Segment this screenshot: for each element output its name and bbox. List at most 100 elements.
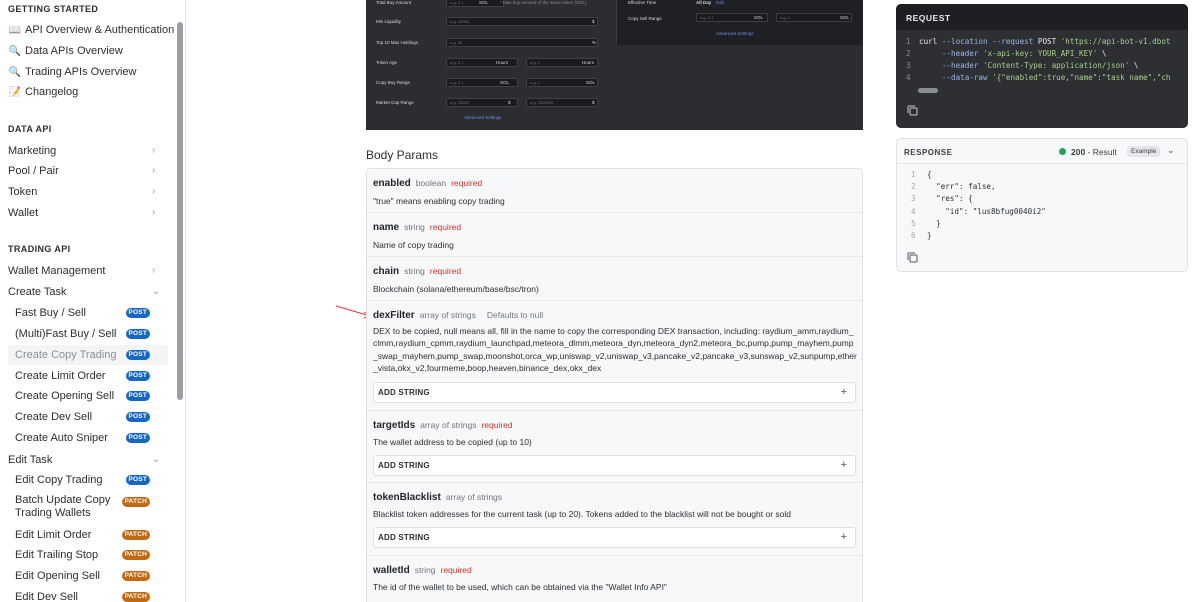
screenshot-label: Top 10 Max Holdings xyxy=(376,40,419,45)
sidebar-item-create-copy-trading[interactable]: Create Copy Trading POST xyxy=(8,345,168,365)
screenshot-label: Market Cap Range xyxy=(376,100,414,105)
add-string-button[interactable]: ADD STRING + xyxy=(373,527,856,548)
request-header: REQUEST xyxy=(896,4,1188,30)
body-params-list: enabled boolean required "true" means en… xyxy=(366,168,863,602)
param-name: chain xyxy=(373,266,400,277)
method-badge: PATCH xyxy=(121,571,150,581)
plus-icon: + xyxy=(840,531,847,543)
sidebar-item-edit-copy-trading[interactable]: Edit Copy Trading POST xyxy=(0,470,176,490)
line-number: 2 xyxy=(911,182,916,192)
chevron-right-icon: › xyxy=(152,145,156,156)
copy-trading-form-screenshot: Total Buy Amount e.g. 0.1 SOL * Max buy … xyxy=(366,0,863,130)
sidebar-item-wallet[interactable]: Wallet › xyxy=(0,203,176,223)
screenshot-unit: SOL xyxy=(500,80,510,85)
param-type: string xyxy=(404,222,425,232)
sidebar-item-edit-dev-sell[interactable]: Edit Dev Sell PATCH xyxy=(0,587,176,602)
code-line: 2 "err": false, xyxy=(911,182,996,192)
param-required: required xyxy=(440,565,472,575)
screenshot-advanced-settings: Advanced Settings xyxy=(464,115,502,120)
method-badge: POST xyxy=(125,412,150,422)
sidebar-item-token[interactable]: Token › xyxy=(0,182,176,202)
param-description: DEX to be copied, null means all, fill i… xyxy=(373,326,857,374)
response-panel: RESPONSE 200 - Result Example ⌄ 1{2 "err… xyxy=(896,138,1188,272)
add-string-button[interactable]: ADD STRING + xyxy=(373,455,856,476)
param-description: Blacklist token addresses for the curren… xyxy=(373,509,791,519)
screenshot-unit: SOL xyxy=(840,15,850,20)
code-line: 4 "id": "lus8bfug0040i2" xyxy=(911,206,1046,216)
copy-icon[interactable] xyxy=(906,104,920,118)
sidebar-item-edit-task[interactable]: Edit Task ⌄ xyxy=(0,450,176,470)
screenshot-unit: SOL xyxy=(479,0,489,5)
sidebar-item-wallet-management[interactable]: Wallet Management › xyxy=(0,261,176,281)
param-chain: chain string required Blockchain (solana… xyxy=(367,257,862,301)
line-number: 4 xyxy=(906,73,911,82)
screenshot-label: Total Buy Amount xyxy=(376,0,412,5)
screenshot-label: Copy Sell Range xyxy=(628,16,662,21)
section-heading-trading-api: TRADING API xyxy=(8,244,71,254)
method-badge: PATCH xyxy=(121,497,150,507)
param-name: targetIds xyxy=(373,420,416,431)
screenshot-divider xyxy=(616,0,617,45)
param-name-field: name string required Name of copy tradin… xyxy=(367,213,862,257)
line-number: 3 xyxy=(911,194,916,204)
sidebar-item-create-task[interactable]: Create Task ⌄ xyxy=(0,282,176,302)
line-number: 6 xyxy=(911,231,916,240)
sidebar-item-create-auto-sniper[interactable]: Create Auto Sniper POST xyxy=(0,428,176,448)
chevron-down-icon[interactable]: ⌄ xyxy=(1167,145,1175,156)
sidebar-item-pool-pair[interactable]: Pool / Pair › xyxy=(0,161,176,181)
sidebar-item-data-apis-overview[interactable]: 🔍 Data APIs Overview xyxy=(0,41,176,61)
param-dexfilter: dexFilter array of strings Defaults to n… xyxy=(367,301,862,411)
screenshot-unit: SOL xyxy=(754,15,764,20)
sidebar-item-create-dev-sell[interactable]: Create Dev Sell POST xyxy=(0,407,176,427)
method-badge: PATCH xyxy=(121,550,150,560)
sidebar-item-batch-update-copy-trading-wallets[interactable]: Batch Update Copy Trading Wallets PATCH xyxy=(0,492,176,524)
screenshot-label: Token Age xyxy=(376,60,398,65)
param-tokenblacklist: tokenBlacklist array of strings Blacklis… xyxy=(367,483,862,556)
screenshot-unit: $ xyxy=(592,100,595,105)
magnifier-icon: 🔍 xyxy=(8,45,22,57)
sidebar-item-create-limit-order[interactable]: Create Limit Order POST xyxy=(0,366,176,386)
sidebar-item-edit-limit-order[interactable]: Edit Limit Order PATCH xyxy=(0,525,176,545)
sidebar-item-edit-trailing-stop[interactable]: Edit Trailing Stop PATCH xyxy=(0,545,176,565)
param-enabled: enabled boolean required "true" means en… xyxy=(367,169,862,213)
sidebar-scrollbar[interactable] xyxy=(177,22,183,400)
sidebar-item-edit-opening-sell[interactable]: Edit Opening Sell PATCH xyxy=(0,566,176,586)
param-type: array of strings xyxy=(445,492,503,502)
screenshot-input: e.g. 1000000 xyxy=(526,98,598,107)
param-default: Defaults to null xyxy=(486,310,544,320)
screenshot-value: All Day xyxy=(696,0,712,5)
chevron-right-icon: › xyxy=(152,265,156,276)
param-type: array of strings xyxy=(420,420,477,430)
response-status[interactable]: 200 - Result xyxy=(1071,147,1117,157)
sidebar-item-marketing[interactable]: Marketing › xyxy=(0,141,176,161)
code-line: 6} xyxy=(911,231,932,240)
chevron-down-icon: ⌄ xyxy=(152,286,161,297)
line-number: 4 xyxy=(911,206,916,216)
method-badge: POST xyxy=(125,371,150,381)
screenshot-unit: $ xyxy=(592,19,595,24)
line-number: 5 xyxy=(911,218,916,228)
screenshot-input: e.g. 10000 xyxy=(446,17,598,26)
method-badge: POST xyxy=(125,475,150,485)
screenshot-unit: $ xyxy=(508,100,511,105)
sidebar-item-create-opening-sell[interactable]: Create Opening Sell POST xyxy=(0,386,176,406)
sidebar-item-fast-buy-sell[interactable]: Fast Buy / Sell POST xyxy=(0,303,176,323)
sidebar-item-changelog[interactable]: 📝 Changelog xyxy=(0,82,176,102)
param-type: string xyxy=(414,565,436,575)
request-panel: REQUEST 1 curl --location --request POST … xyxy=(896,4,1188,128)
memo-icon: 📝 xyxy=(8,86,22,98)
add-string-button[interactable]: ADD STRING + xyxy=(373,382,856,403)
sidebar-item-multi-fast-buy-sell[interactable]: (Multi)Fast Buy / Sell POST xyxy=(0,324,176,344)
copy-icon[interactable] xyxy=(906,251,920,265)
request-code-scrollbar[interactable] xyxy=(918,88,938,93)
method-badge: POST xyxy=(125,329,150,339)
chevron-right-icon: › xyxy=(152,186,156,197)
code-line: 1 curl --location --request POST 'https:/… xyxy=(906,37,1171,46)
sidebar-item-trading-apis-overview[interactable]: 🔍 Trading APIs Overview xyxy=(0,62,176,82)
param-type: array of strings xyxy=(419,310,476,320)
screenshot-label: Effective Time xyxy=(628,0,657,5)
param-required: required xyxy=(481,420,513,430)
sidebar-item-api-overview[interactable]: 📖 API Overview & Authentication xyxy=(0,20,176,40)
method-badge: PATCH xyxy=(121,592,150,602)
screenshot-unit: Hours xyxy=(582,60,595,65)
